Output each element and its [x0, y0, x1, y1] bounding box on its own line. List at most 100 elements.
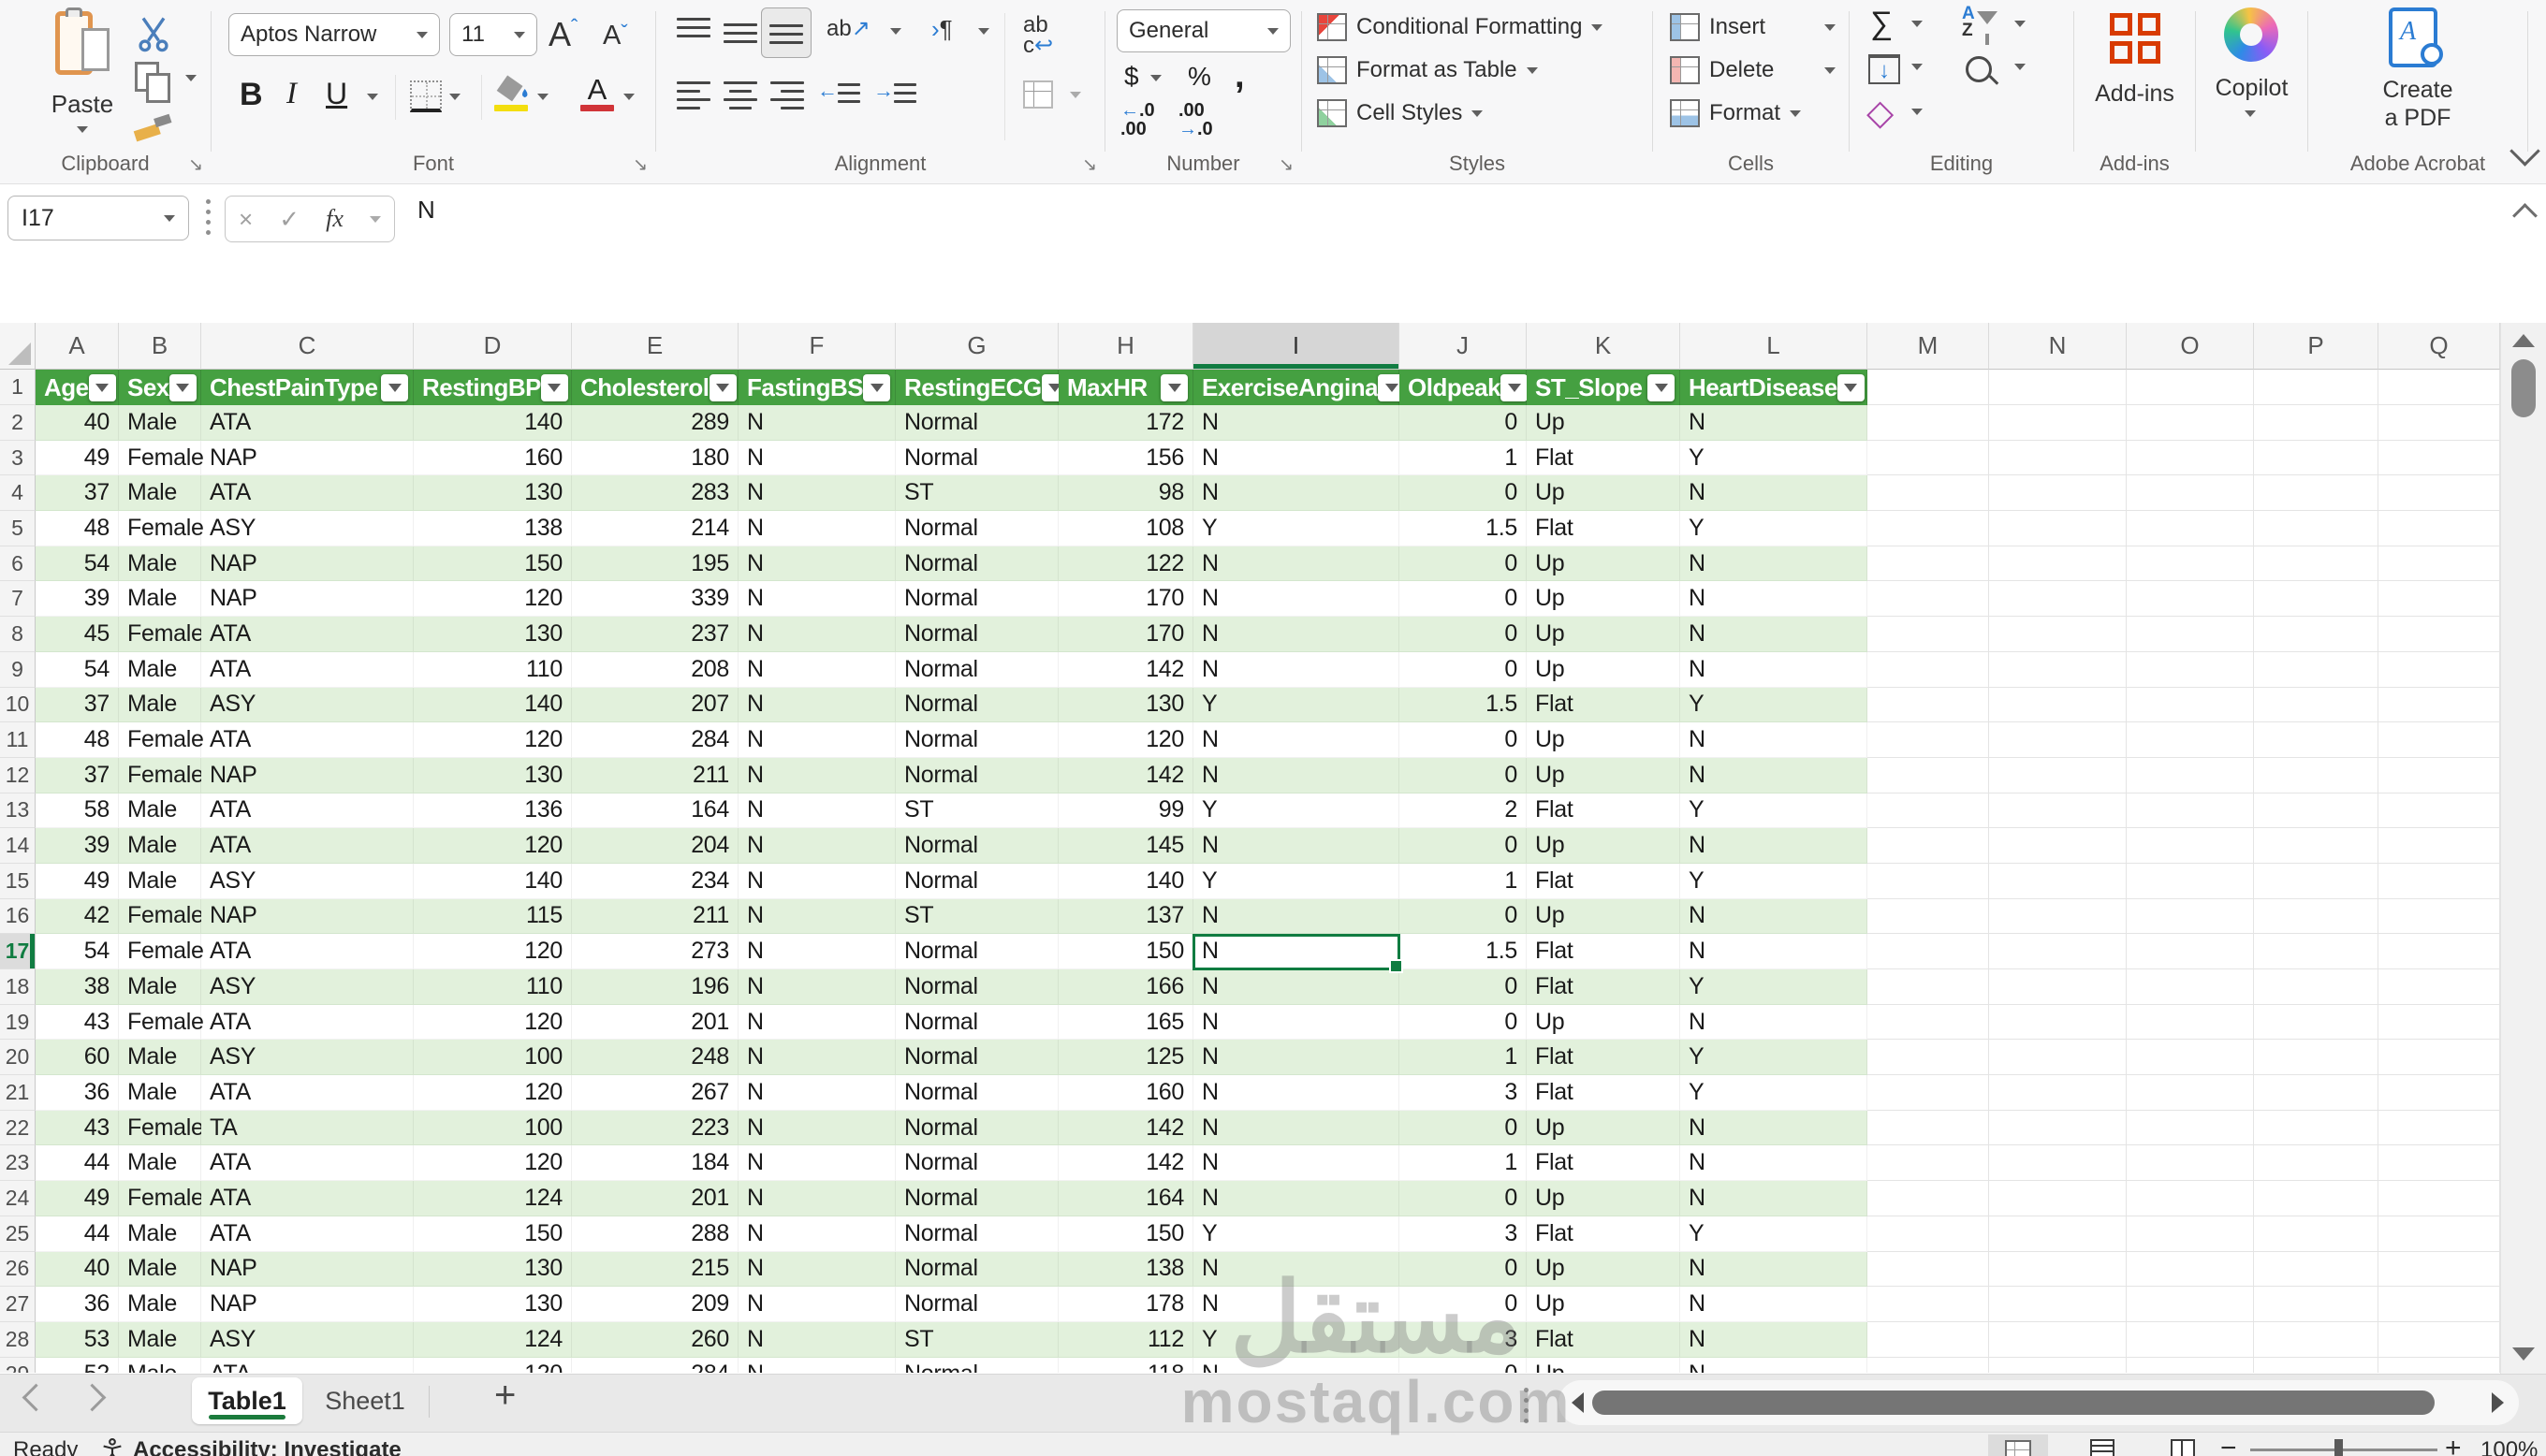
cell-J4[interactable]: 0: [1399, 475, 1527, 511]
namebox-drag-handle[interactable]: [206, 199, 211, 204]
cell-F7[interactable]: N: [739, 581, 896, 617]
cell-K22[interactable]: Up: [1527, 1111, 1680, 1146]
cell-B24[interactable]: Female: [119, 1181, 201, 1216]
cell-D19[interactable]: 120: [414, 1005, 572, 1041]
cell-O2[interactable]: [2127, 405, 2254, 441]
font-size-select[interactable]: 11: [449, 13, 537, 56]
cell-G11[interactable]: Normal: [896, 722, 1059, 758]
cell-B26[interactable]: Male: [119, 1252, 201, 1288]
scroll-down-icon[interactable]: [2512, 1347, 2535, 1361]
create-pdf-label-line2[interactable]: a PDF: [2308, 105, 2527, 132]
cell-F26[interactable]: N: [739, 1252, 896, 1288]
view-page-break-button[interactable]: [2153, 1434, 2213, 1456]
cell-E26[interactable]: 215: [572, 1252, 739, 1288]
cell-M21[interactable]: [1867, 1075, 1989, 1111]
row-header-24[interactable]: 24: [0, 1181, 36, 1216]
cell-L13[interactable]: Y: [1680, 794, 1867, 829]
cell-I13[interactable]: Y: [1193, 794, 1399, 829]
cell-A2[interactable]: 40: [36, 405, 119, 441]
cell-I6[interactable]: N: [1193, 546, 1399, 582]
cell-L8[interactable]: N: [1680, 617, 1867, 652]
alignment-dialog-launcher[interactable]: ↘: [1082, 154, 1097, 176]
cell-O27[interactable]: [2127, 1287, 2254, 1322]
cell-I22[interactable]: N: [1193, 1111, 1399, 1146]
cell-N6[interactable]: [1989, 546, 2127, 582]
cell-O11[interactable]: [2127, 722, 2254, 758]
cell-I15[interactable]: Y: [1193, 864, 1399, 899]
cell-O5[interactable]: [2127, 511, 2254, 546]
cell-O28[interactable]: [2127, 1322, 2254, 1358]
cell-A28[interactable]: 53: [36, 1322, 119, 1358]
cell-E12[interactable]: 211: [572, 758, 739, 794]
cell-A23[interactable]: 44: [36, 1145, 119, 1181]
cell-N26[interactable]: [1989, 1252, 2127, 1288]
cell-M17[interactable]: [1867, 934, 1989, 969]
row-header-25[interactable]: 25: [0, 1216, 36, 1252]
cell-Q21[interactable]: [2378, 1075, 2500, 1111]
cell-K9[interactable]: Up: [1527, 652, 1680, 688]
cell-D24[interactable]: 124: [414, 1181, 572, 1216]
cell-M24[interactable]: [1867, 1181, 1989, 1216]
cell-Q20[interactable]: [2378, 1040, 2500, 1075]
underline-chevron-icon[interactable]: [367, 94, 378, 100]
column-header-O[interactable]: O: [2127, 323, 2254, 370]
name-box[interactable]: I17: [7, 196, 189, 240]
cell-L2[interactable]: N: [1680, 405, 1867, 441]
cell-P16[interactable]: [2254, 899, 2378, 935]
header-cell-D1[interactable]: RestingBP: [414, 370, 572, 405]
create-pdf-label-line1[interactable]: Create: [2308, 77, 2527, 104]
cell-G14[interactable]: Normal: [896, 828, 1059, 864]
cell-F15[interactable]: N: [739, 864, 896, 899]
cell-F21[interactable]: N: [739, 1075, 896, 1111]
cell-L17[interactable]: N: [1680, 934, 1867, 969]
cell-J17[interactable]: 1.5: [1399, 934, 1527, 969]
cell-K17[interactable]: Flat: [1527, 934, 1680, 969]
cell-J9[interactable]: 0: [1399, 652, 1527, 688]
cell-P1[interactable]: [2254, 370, 2378, 405]
cell-K23[interactable]: Flat: [1527, 1145, 1680, 1181]
cell-D2[interactable]: 140: [414, 405, 572, 441]
bold-button[interactable]: B: [240, 77, 263, 113]
cell-Q10[interactable]: [2378, 688, 2500, 723]
text-direction-button[interactable]: ›¶: [931, 15, 953, 44]
cell-N19[interactable]: [1989, 1005, 2127, 1041]
font-color-chevron-icon[interactable]: [623, 94, 635, 100]
cell-E23[interactable]: 184: [572, 1145, 739, 1181]
cell-P7[interactable]: [2254, 581, 2378, 617]
cell-I26[interactable]: N: [1193, 1252, 1399, 1288]
header-cell-C1[interactable]: ChestPainType: [201, 370, 414, 405]
cell-C19[interactable]: ATA: [201, 1005, 414, 1041]
cell-G2[interactable]: Normal: [896, 405, 1059, 441]
cell-P17[interactable]: [2254, 934, 2378, 969]
cell-A29[interactable]: 52: [36, 1358, 119, 1373]
cell-O16[interactable]: [2127, 899, 2254, 935]
cell-J14[interactable]: 0: [1399, 828, 1527, 864]
cell-P29[interactable]: [2254, 1358, 2378, 1373]
cell-I17[interactable]: N: [1193, 934, 1399, 969]
cancel-icon[interactable]: ×: [239, 205, 253, 234]
cell-F17[interactable]: N: [739, 934, 896, 969]
enter-icon[interactable]: ✓: [279, 205, 300, 234]
column-header-E[interactable]: E: [572, 323, 739, 370]
row-header-21[interactable]: 21: [0, 1075, 36, 1111]
insert-cells-button[interactable]: Insert: [1670, 6, 1836, 49]
cell-F22[interactable]: N: [739, 1111, 896, 1146]
cell-F12[interactable]: N: [739, 758, 896, 794]
cell-M4[interactable]: [1867, 475, 1989, 511]
fill-chevron-icon[interactable]: [1911, 64, 1923, 70]
font-name-select[interactable]: Aptos Narrow: [228, 13, 440, 56]
cell-N28[interactable]: [1989, 1322, 2127, 1358]
cell-B21[interactable]: Male: [119, 1075, 201, 1111]
cell-D13[interactable]: 136: [414, 794, 572, 829]
cell-H2[interactable]: 172: [1059, 405, 1193, 441]
cell-F8[interactable]: N: [739, 617, 896, 652]
cell-N29[interactable]: [1989, 1358, 2127, 1373]
cell-O29[interactable]: [2127, 1358, 2254, 1373]
cell-H4[interactable]: 98: [1059, 475, 1193, 511]
cell-G28[interactable]: ST: [896, 1322, 1059, 1358]
cell-P2[interactable]: [2254, 405, 2378, 441]
scroll-right-icon[interactable]: [2492, 1392, 2504, 1413]
cell-B16[interactable]: Female: [119, 899, 201, 935]
cell-B4[interactable]: Male: [119, 475, 201, 511]
cell-E16[interactable]: 211: [572, 899, 739, 935]
